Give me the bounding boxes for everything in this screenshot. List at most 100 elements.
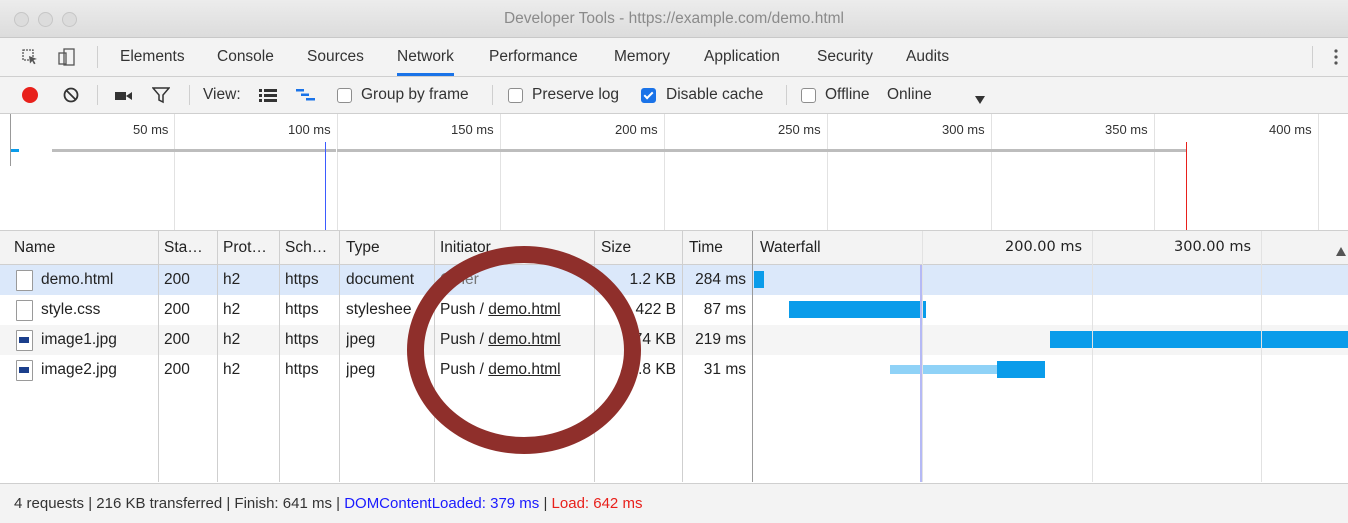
request-status: 200 [164, 331, 190, 348]
inspect-element-icon[interactable] [22, 49, 38, 65]
waterfall-wait-bar[interactable] [890, 365, 997, 374]
request-time: 219 ms [695, 331, 746, 348]
tab-sources[interactable]: Sources [307, 38, 364, 76]
preserve-log-checkbox[interactable] [508, 88, 523, 103]
tab-memory[interactable]: Memory [614, 38, 670, 76]
toolbar-separator [189, 85, 190, 105]
column-header-initiator[interactable]: Initiator [440, 231, 590, 264]
column-divider [339, 231, 340, 482]
table-row[interactable]: image2.jpg 200 h2 https jpeg Push / demo… [0, 355, 1348, 385]
filter-icon[interactable] [151, 87, 171, 104]
request-initiator: Push / demo.html [440, 295, 561, 325]
waterfall-overview-icon[interactable] [296, 88, 316, 102]
column-header-protocol[interactable]: Prot… [223, 231, 277, 264]
overview-gridline [1154, 114, 1155, 230]
window-title: Developer Tools - https://example.com/de… [503, 10, 844, 27]
large-request-rows-icon[interactable] [259, 88, 277, 102]
document-file-icon [16, 270, 33, 291]
summary-divider: | [539, 495, 552, 512]
waterfall-gridline [1261, 231, 1262, 482]
toolbar-separator [786, 85, 787, 105]
request-table: Name Sta… Prot… Sch… Type Initiator Size… [0, 231, 1348, 482]
request-protocol: h2 [223, 301, 241, 318]
request-summary: 4 requests | 216 KB transferred | Finish… [14, 495, 345, 512]
initiator-link[interactable]: demo.html [488, 301, 560, 318]
request-protocol: h2 [223, 361, 241, 378]
overview-tick-label: 400 ms [1269, 122, 1312, 137]
more-options-icon[interactable] [1333, 48, 1339, 66]
network-summary-bar: 4 requests | 216 KB transferred | Finish… [0, 483, 1348, 523]
offline-label: Offline [825, 86, 870, 103]
request-name: demo.html [41, 271, 114, 288]
sort-ascending-icon[interactable] [1336, 243, 1346, 256]
column-header-type[interactable]: Type [346, 231, 430, 264]
disable-cache-checkbox[interactable] [641, 88, 656, 103]
tab-network[interactable]: Network [397, 38, 454, 76]
request-scheme: https [285, 361, 319, 378]
request-status: 200 [164, 271, 190, 288]
overview-request-bar [52, 149, 336, 152]
dom-content-loaded-marker [325, 142, 326, 230]
request-name: image2.jpg [41, 361, 117, 378]
column-header-time[interactable]: Time [689, 231, 749, 264]
overview-tick-label: 300 ms [942, 122, 985, 137]
initiator-link[interactable]: demo.html [488, 331, 560, 348]
tab-console[interactable]: Console [217, 38, 274, 76]
initiator-link[interactable]: demo.html [488, 361, 560, 378]
initiator-text: Push / [440, 331, 489, 348]
request-status: 200 [164, 361, 190, 378]
tab-elements[interactable]: Elements [120, 38, 185, 76]
stylesheet-file-icon [16, 300, 33, 321]
network-overview[interactable]: 50 ms 100 ms 150 ms 200 ms 250 ms 300 ms… [0, 114, 1348, 231]
waterfall-bar[interactable] [997, 361, 1045, 378]
overview-gridline [827, 114, 828, 230]
request-type: jpeg [346, 361, 376, 378]
table-row[interactable]: style.css 200 h2 https styleshee Push / … [0, 295, 1348, 325]
table-row[interactable]: image1.jpg 200 h2 https jpeg Push / demo… [0, 325, 1348, 355]
column-header-status[interactable]: Sta… [164, 231, 210, 264]
waterfall-gridline [922, 231, 923, 482]
capture-screenshots-icon[interactable] [114, 89, 134, 101]
request-size: 1.2 KB [629, 271, 676, 288]
tab-application[interactable]: Application [704, 38, 780, 76]
throttling-select[interactable]: Online [887, 77, 932, 113]
offline-checkbox[interactable] [801, 88, 816, 103]
record-icon[interactable] [22, 87, 38, 103]
view-label: View: [203, 86, 241, 103]
tab-audits[interactable]: Audits [906, 38, 949, 76]
dom-content-loaded-time: DOMContentLoaded: 379 ms [344, 495, 540, 512]
chevron-down-icon[interactable] [975, 91, 985, 104]
overview-gridline [337, 114, 338, 230]
group-by-frame-checkbox[interactable] [337, 88, 352, 103]
overview-gridline [500, 114, 501, 230]
waterfall-bar[interactable] [1050, 331, 1348, 348]
overview-tick-label: 150 ms [451, 122, 494, 137]
request-protocol: h2 [223, 331, 241, 348]
column-header-size[interactable]: Size [601, 231, 679, 264]
column-divider [279, 231, 280, 482]
tab-security[interactable]: Security [817, 38, 873, 76]
dom-content-loaded-line [920, 265, 922, 482]
tab-performance[interactable]: Performance [489, 38, 578, 76]
request-type: jpeg [346, 331, 376, 348]
column-header-scheme[interactable]: Sch… [285, 231, 337, 264]
request-initiator: Push / demo.html [440, 355, 561, 385]
clear-icon[interactable] [62, 86, 80, 104]
column-divider [158, 231, 159, 482]
column-header-waterfall[interactable]: Waterfall [760, 231, 910, 264]
request-initiator: Other [440, 271, 479, 288]
overview-tick-label: 200 ms [615, 122, 658, 137]
request-protocol: h2 [223, 271, 241, 288]
window-titlebar: Developer Tools - https://example.com/de… [0, 0, 1348, 38]
device-toolbar-icon[interactable] [58, 48, 76, 66]
column-header-name[interactable]: Name [14, 231, 154, 264]
request-scheme: https [285, 331, 319, 348]
waterfall-bar[interactable] [754, 271, 764, 288]
table-row[interactable]: demo.html 200 h2 https document Other 1.… [0, 265, 1348, 295]
waterfall-bar[interactable] [789, 301, 926, 318]
group-by-frame-label: Group by frame [361, 86, 469, 103]
request-size: 174 KB [625, 331, 676, 348]
waterfall-tick-label: 200.00 ms [1005, 239, 1083, 255]
overview-gridline [174, 114, 175, 230]
devtools-tabbar: Elements Console Sources Network Perform… [0, 38, 1348, 77]
